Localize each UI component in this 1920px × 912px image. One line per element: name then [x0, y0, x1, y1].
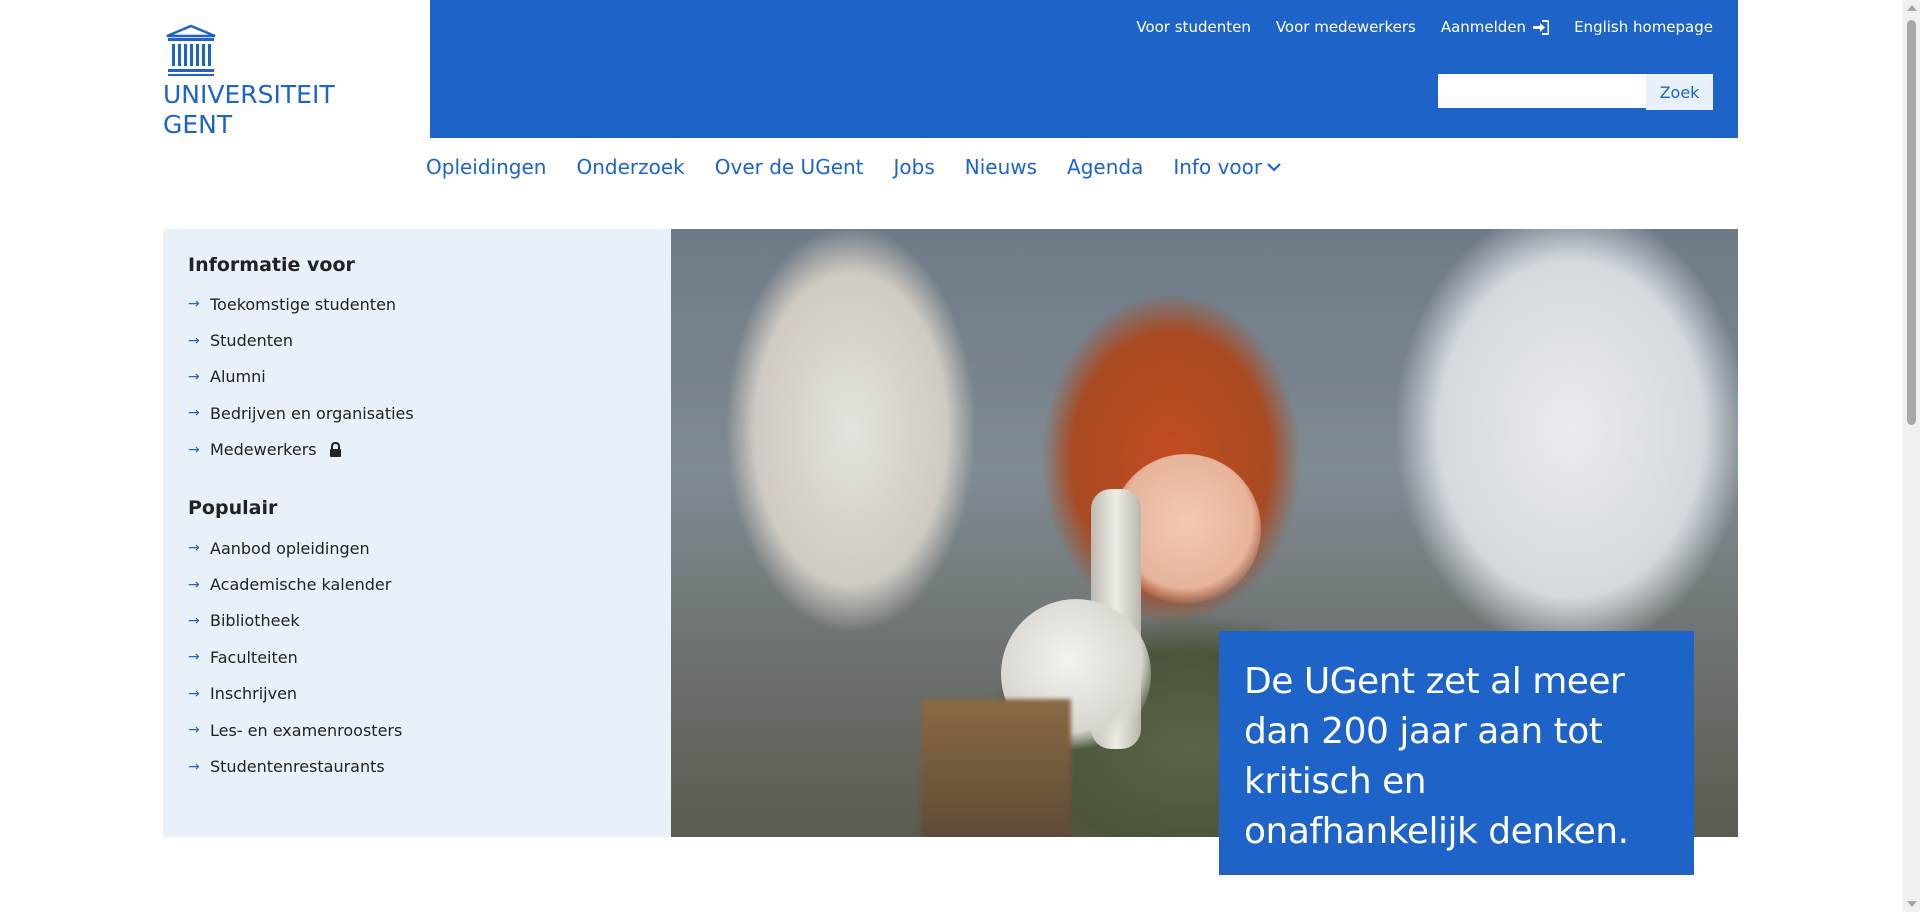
arrow-right-icon: → — [188, 405, 200, 422]
page-scrollbar[interactable] — [1903, 0, 1920, 912]
list-item-label: Inschrijven — [210, 684, 298, 704]
arrow-right-icon: → — [188, 540, 200, 557]
arrow-right-icon: → — [188, 332, 200, 349]
arrow-right-icon: → — [188, 576, 200, 593]
hero-headline: De UGent zet al meer dan 200 jaar aan to… — [1244, 661, 1629, 852]
arrow-right-icon: → — [188, 612, 200, 629]
list-item-label: Aanbod opleidingen — [210, 538, 370, 558]
hero-read-more-link[interactable]: Lees meer over de UGent ... — [1244, 877, 1669, 899]
link-english-homepage[interactable]: English homepage — [1574, 18, 1713, 36]
list-item-label: Studenten — [210, 331, 293, 351]
list-item-label: Alumni — [210, 367, 266, 387]
list-item-label: Bedrijven en organisaties — [210, 403, 414, 423]
list-item-academische-kalender[interactable]: → Academische kalender — [188, 566, 402, 602]
arrow-right-icon: → — [188, 649, 200, 666]
search-input[interactable] — [1438, 74, 1646, 108]
list-item-aanbod-opleidingen[interactable]: → Aanbod opleidingen — [188, 530, 402, 566]
sign-in-icon — [1533, 19, 1550, 35]
nav-over-de-ugent[interactable]: Over de UGent — [700, 155, 879, 179]
list-item-label: Toekomstige studenten — [210, 294, 397, 314]
list-item-studenten[interactable]: → Studenten — [188, 322, 414, 358]
quick-links-panel: Informatie voor → Toekomstige studenten →… — [163, 229, 671, 837]
arrow-right-icon: → — [188, 758, 200, 775]
list-item-label: Faculteiten — [210, 647, 298, 667]
link-voor-studenten[interactable]: Voor studenten — [1136, 18, 1250, 36]
nav-onderzoek[interactable]: Onderzoek — [561, 155, 699, 179]
header-bar: Voor studenten Voor medewerkers Aanmelde… — [430, 0, 1738, 138]
hero-photo-wood — [921, 699, 1071, 837]
list-item-bibliotheek[interactable]: → Bibliotheek — [188, 603, 402, 639]
list-item-medewerkers[interactable]: → Medewerkers — [188, 432, 414, 468]
arrow-right-icon: → — [188, 685, 200, 702]
list-item-inschrijven[interactable]: → Inschrijven — [188, 676, 402, 712]
lock-icon — [329, 442, 342, 458]
logo-line-2: GENT — [163, 110, 233, 139]
university-logo[interactable]: UNIVERSITEIT GENT — [163, 24, 363, 140]
hero-callout[interactable]: De UGent zet al meer dan 200 jaar aan to… — [1219, 631, 1694, 899]
list-item-label: Les- en examenroosters — [210, 720, 403, 740]
nav-nieuws[interactable]: Nieuws — [950, 155, 1052, 179]
main-nav: Opleidingen Onderzoek Over de UGent Jobs… — [426, 155, 1297, 179]
chevron-down-icon — [1267, 163, 1281, 172]
arrow-right-icon: → — [188, 296, 200, 313]
nav-agenda[interactable]: Agenda — [1052, 155, 1158, 179]
top-links: Voor studenten Voor medewerkers Aanmelde… — [1136, 18, 1713, 36]
section-title-populair: Populair — [188, 497, 278, 519]
list-item-toekomstige-studenten[interactable]: → Toekomstige studenten — [188, 286, 414, 322]
list-item-label: Medewerkers — [210, 440, 317, 460]
arrow-right-icon: → — [188, 441, 200, 458]
logo-line-1: UNIVERSITEIT — [163, 80, 335, 109]
search-form: Zoek — [1438, 74, 1713, 110]
informatie-list: → Toekomstige studenten → Studenten → Alumn… — [188, 286, 414, 468]
scroll-up-arrow-icon[interactable] — [1907, 5, 1917, 11]
list-item-alumni[interactable]: → Alumni — [188, 359, 414, 395]
list-item-bedrijven[interactable]: → Bedrijven en organisaties — [188, 395, 414, 431]
list-item-studentenrestaurants[interactable]: → Studentenrestaurants — [188, 748, 402, 784]
nav-info-voor-label: Info voor — [1173, 155, 1263, 179]
list-item-label: Studentenrestaurants — [210, 757, 385, 777]
building-columns-icon — [166, 24, 216, 76]
login-link[interactable]: Aanmelden — [1440, 18, 1550, 36]
nav-info-voor[interactable]: Info voor — [1158, 155, 1297, 179]
arrow-right-icon: → — [188, 722, 200, 739]
link-voor-medewerkers[interactable]: Voor medewerkers — [1276, 18, 1416, 36]
section-title-informatie: Informatie voor — [188, 254, 355, 276]
search-button[interactable]: Zoek — [1646, 74, 1713, 110]
list-item-faculteiten[interactable]: → Faculteiten — [188, 639, 402, 675]
nav-jobs[interactable]: Jobs — [879, 155, 950, 179]
login-label: Aanmelden — [1440, 18, 1527, 36]
scroll-down-arrow-icon[interactable] — [1907, 901, 1917, 907]
arrow-right-icon: → — [188, 368, 200, 385]
logo-text: UNIVERSITEIT GENT — [163, 80, 363, 140]
list-item-les-en-examenroosters[interactable]: → Les- en examenroosters — [188, 712, 402, 748]
list-item-label: Academische kalender — [210, 575, 392, 595]
nav-opleidingen[interactable]: Opleidingen — [426, 155, 561, 179]
scrollbar-thumb[interactable] — [1907, 20, 1916, 425]
list-item-label: Bibliotheek — [210, 611, 300, 631]
populair-list: → Aanbod opleidingen → Academische kalende… — [188, 530, 402, 785]
